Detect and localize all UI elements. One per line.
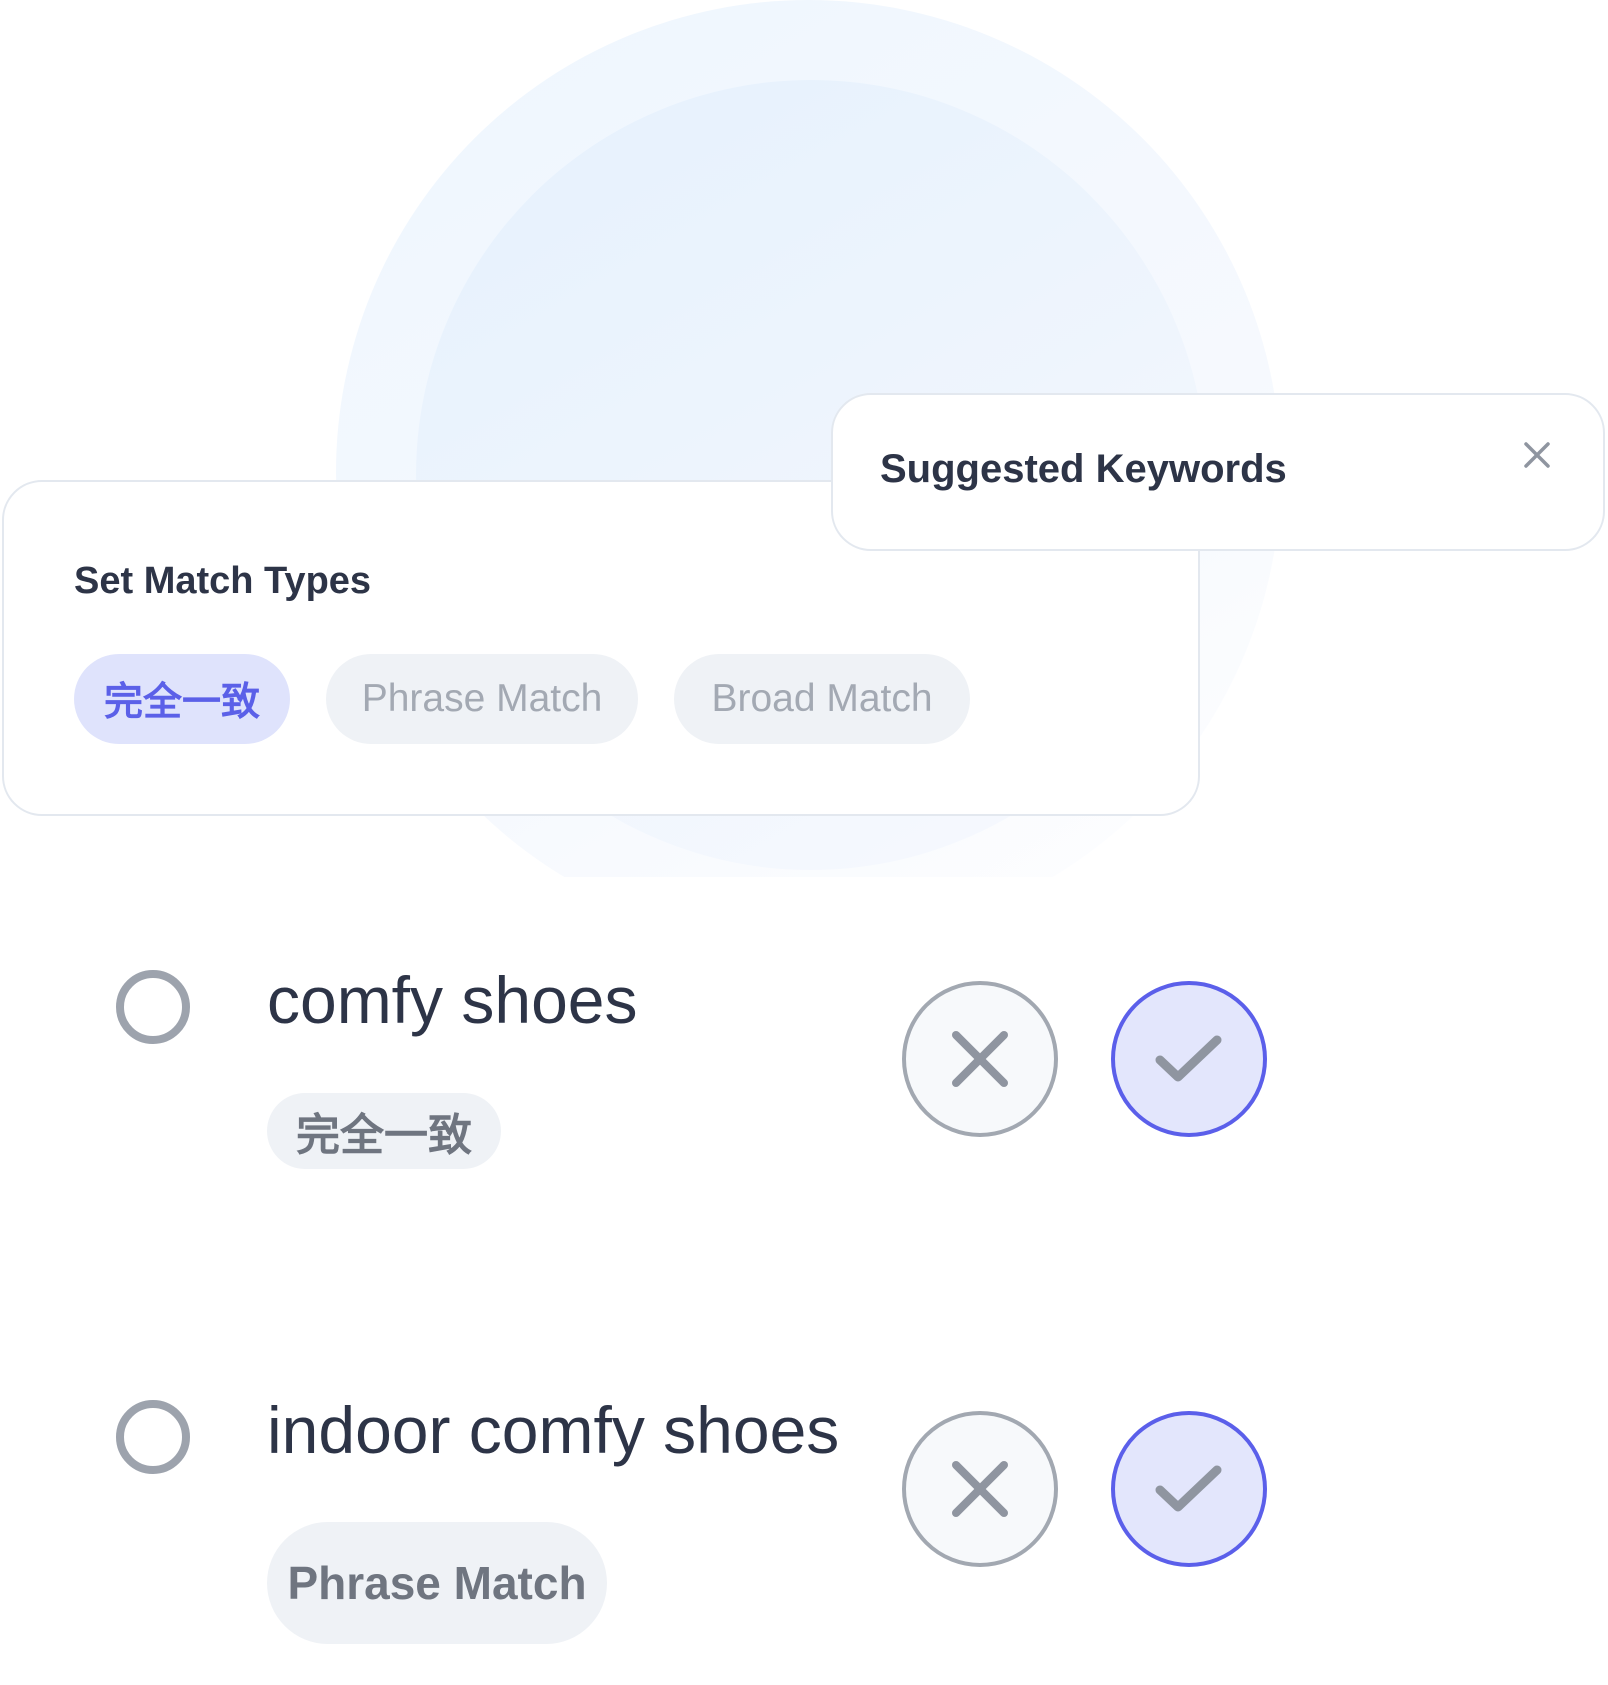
match-types-title: Set Match Types [74, 560, 372, 602]
accept-keyword-button[interactable] [1111, 981, 1267, 1137]
keyword-match-type-tag: 完全一致 [267, 1093, 501, 1169]
background-lower-area [0, 877, 1608, 1685]
close-icon[interactable] [1521, 439, 1553, 471]
reject-keyword-button[interactable] [902, 1411, 1058, 1567]
suggested-keywords-title: Suggested Keywords [880, 447, 1287, 491]
checkmark-icon [1155, 1035, 1222, 1082]
keyword-select-radio[interactable] [116, 970, 190, 1044]
accept-keyword-button[interactable] [1111, 1411, 1267, 1567]
keyword-text: comfy shoes [267, 963, 638, 1037]
match-type-phrase-pill[interactable]: Phrase Match [326, 654, 638, 744]
suggested-keywords-card: Suggested Keywords [831, 393, 1605, 551]
keyword-match-type-tag: Phrase Match [267, 1522, 607, 1644]
keyword-select-radio[interactable] [116, 1400, 190, 1474]
reject-keyword-button[interactable] [902, 981, 1058, 1137]
x-icon [952, 1031, 1008, 1087]
match-type-exact-pill[interactable]: 完全一致 [74, 654, 290, 744]
x-icon [952, 1461, 1008, 1517]
match-type-broad-pill[interactable]: Broad Match [674, 654, 970, 744]
keyword-text: indoor comfy shoes [267, 1393, 840, 1467]
checkmark-icon [1155, 1465, 1222, 1512]
